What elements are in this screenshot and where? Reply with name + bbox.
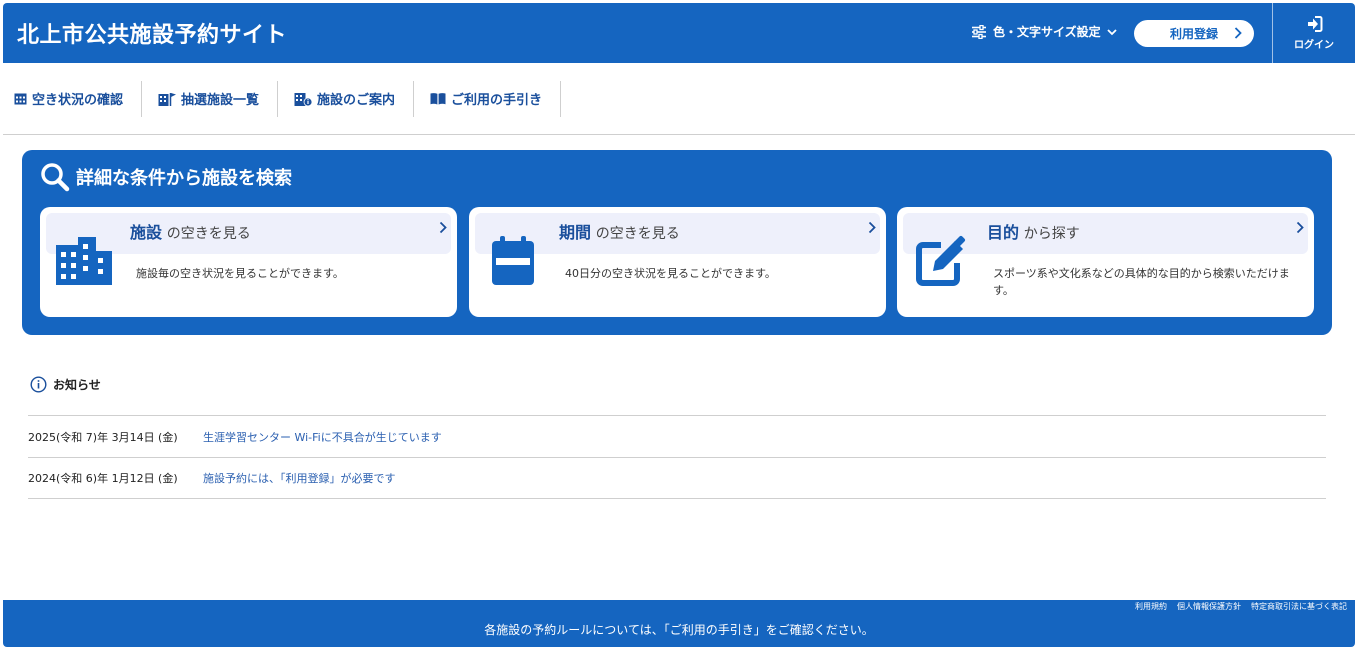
chevron-right-icon bbox=[1234, 27, 1242, 39]
card-description: 40日分の空き状況を見ることができます。 bbox=[565, 267, 776, 280]
building-flag-icon bbox=[158, 92, 177, 106]
nav-item-facility-guide[interactable]: 施設のご案内 bbox=[294, 80, 415, 117]
search-by-period-card[interactable]: 期間 の空きを見る 40日分の空き状況を見ることができます。 bbox=[469, 207, 886, 317]
card-description: 施設毎の空き状況を見ることができます。 bbox=[136, 267, 344, 280]
footer-link-terms[interactable]: 利用規約 bbox=[1135, 601, 1167, 612]
footer-links: 利用規約 個人情報保護方針 特定商取引法に基づく表記 bbox=[1135, 601, 1347, 612]
nav-item-label: ご利用の手引き bbox=[451, 93, 543, 108]
search-by-facility-card[interactable]: 施設 の空きを見る 施設毎の空き状況を見ることができます。 bbox=[40, 207, 457, 317]
card-title: 期間 の空きを見る bbox=[559, 223, 680, 242]
notice-list: 2025(令和 7)年 3月14日 (金) 生涯学習センター Wi-Fiに不具合… bbox=[28, 415, 1326, 499]
list-item: 2024(令和 6)年 1月12日 (金) 施設予約には、「利用登録」が必要です bbox=[28, 457, 1326, 499]
search-icon bbox=[41, 163, 70, 192]
site-title[interactable]: 北上市公共施設予約サイト bbox=[17, 17, 287, 49]
nav-item-availability[interactable]: 空き状況の確認 bbox=[14, 80, 143, 117]
nav-item-label: 空き状況の確認 bbox=[32, 93, 124, 108]
site-footer: 利用規約 個人情報保護方針 特定商取引法に基づく表記 各施設の予約ルールについて… bbox=[3, 600, 1355, 647]
search-panel-title: 詳細な条件から施設を検索 bbox=[40, 162, 292, 192]
display-settings-label: 色・文字サイズ設定 bbox=[993, 25, 1101, 39]
calendar-grid-icon bbox=[14, 93, 27, 105]
card-title: 目的 から探す bbox=[987, 223, 1080, 242]
register-button[interactable]: 利用登録 bbox=[1134, 20, 1254, 47]
card-description: スポーツ系や文化系などの具体的な目的から検索いただけます。 bbox=[993, 267, 1290, 297]
notice-heading-text: お知らせ bbox=[53, 378, 101, 392]
footer-link-commerce[interactable]: 特定商取引法に基づく表記 bbox=[1251, 601, 1347, 612]
nav-item-label: 抽選施設一覧 bbox=[181, 93, 260, 108]
display-settings-button[interactable]: 色・文字サイズ設定 bbox=[971, 23, 1117, 40]
notice-date: 2025(令和 7)年 3月14日 (金) bbox=[28, 430, 178, 444]
search-panel: 詳細な条件から施設を検索 施設 の空きを見る 施設毎の空き状況を見ることができま… bbox=[22, 150, 1332, 335]
site-header: 北上市公共施設予約サイト 色・文字サイズ設定 利用登録 ログイン bbox=[3, 3, 1355, 63]
nav-item-lottery[interactable]: 抽選施設一覧 bbox=[158, 80, 279, 117]
chevron-right-icon bbox=[439, 221, 447, 234]
info-circle-icon bbox=[30, 376, 47, 393]
notice-link[interactable]: 施設予約には、「利用登録」が必要です bbox=[203, 470, 396, 486]
building-icon bbox=[56, 237, 112, 285]
notice-date: 2024(令和 6)年 1月12日 (金) bbox=[28, 472, 178, 485]
calendar-icon bbox=[492, 236, 534, 285]
book-icon bbox=[430, 93, 446, 105]
notice-heading: お知らせ bbox=[30, 376, 101, 393]
sliders-icon bbox=[972, 24, 986, 39]
login-label: ログイン bbox=[1294, 39, 1334, 51]
building-info-icon bbox=[294, 92, 313, 106]
login-icon bbox=[1308, 15, 1323, 32]
nav-item-user-guide[interactable]: ご利用の手引き bbox=[430, 80, 562, 117]
login-button[interactable]: ログイン bbox=[1272, 3, 1355, 63]
main-nav: 空き状況の確認 抽選施設一覧 施設のご案内 ご利用の手引き bbox=[3, 63, 1355, 135]
footer-note: 各施設の予約ルールについては、「ご利用の手引き」をご確認ください。 bbox=[484, 623, 874, 637]
search-panel-title-text: 詳細な条件から施設を検索 bbox=[76, 168, 292, 189]
list-item: 2025(令和 7)年 3月14日 (金) 生涯学習センター Wi-Fiに不具合… bbox=[28, 415, 1326, 457]
register-label: 利用登録 bbox=[1169, 27, 1218, 41]
chevron-down-icon bbox=[1107, 28, 1117, 35]
notice-link[interactable]: 生涯学習センター Wi-Fiに不具合が生じています bbox=[203, 429, 442, 445]
card-title: 施設 の空きを見る bbox=[130, 223, 251, 242]
search-by-purpose-card[interactable]: 目的 から探す スポーツ系や文化系などの具体的な目的から検索いただけます。 bbox=[897, 207, 1314, 317]
chevron-right-icon bbox=[868, 221, 876, 234]
chevron-right-icon bbox=[1296, 221, 1304, 234]
nav-item-label: 施設のご案内 bbox=[317, 93, 396, 108]
footer-link-privacy[interactable]: 個人情報保護方針 bbox=[1177, 601, 1241, 612]
edit-icon bbox=[916, 235, 966, 286]
